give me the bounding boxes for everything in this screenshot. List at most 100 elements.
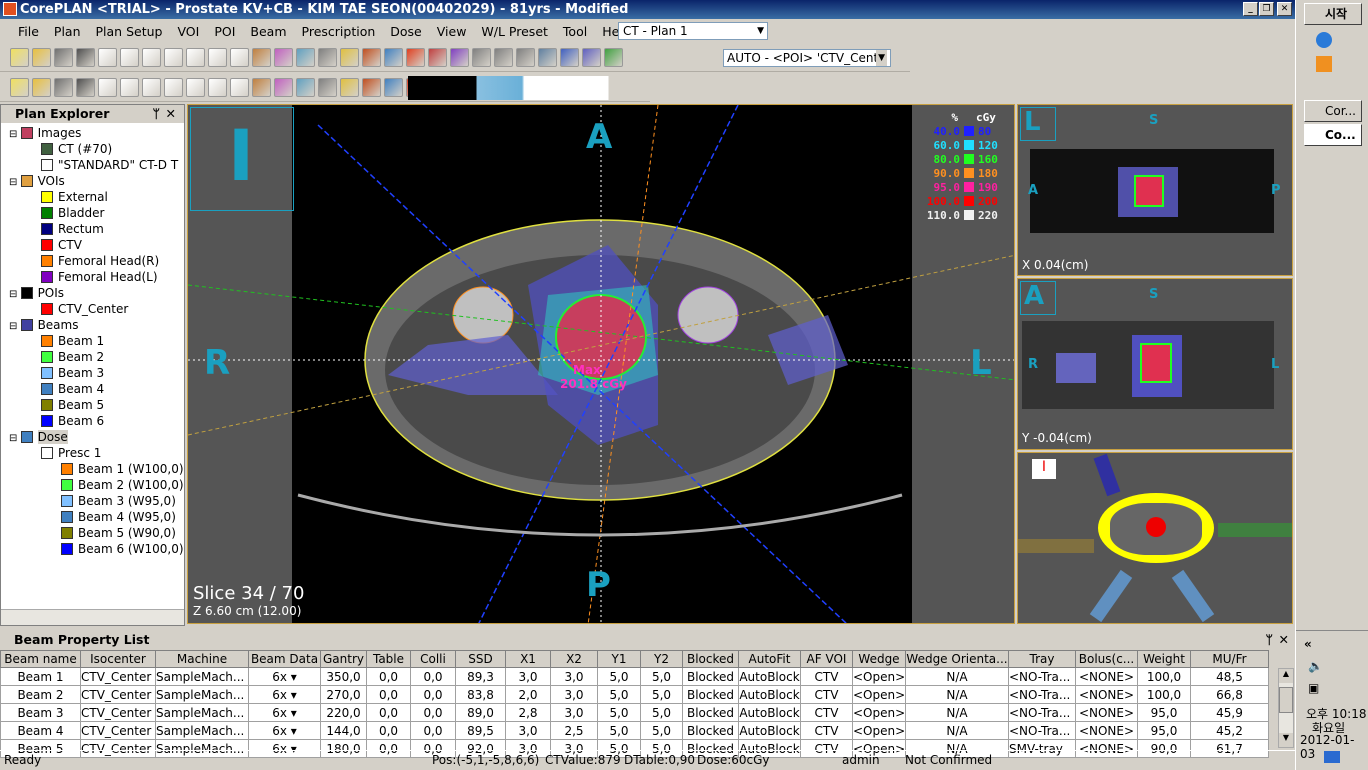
tree-item[interactable]: Bladder	[41, 205, 104, 221]
table-cell[interactable]: CTV_Center	[80, 703, 156, 722]
collapse-icon[interactable]: ⊟	[9, 433, 21, 444]
close-button[interactable]: ✕	[1277, 2, 1292, 16]
column-header[interactable]: Isocenter	[80, 650, 156, 668]
toolbar-button-icon[interactable]	[164, 47, 183, 67]
toolbar-button-icon[interactable]	[428, 47, 447, 67]
table-cell[interactable]: SampleMach...	[155, 685, 249, 704]
toolbar-button-icon[interactable]	[384, 77, 403, 97]
table-cell[interactable]: <NO-Tra...	[1008, 667, 1076, 686]
toolbar-button-icon[interactable]	[98, 77, 117, 97]
table-row[interactable]: Beam 2 CTV_Center SampleMach... 6x ▾ 270,0 0,…	[0, 685, 1269, 704]
menu-poi[interactable]: POI	[214, 24, 235, 39]
column-header[interactable]: AF VOI	[800, 650, 853, 668]
start-button[interactable]: 시작	[1304, 3, 1362, 25]
table-cell[interactable]: SampleMach...	[155, 703, 249, 722]
chevron-down-icon[interactable]: ▾	[287, 670, 297, 684]
column-header[interactable]: MU/Fr	[1190, 650, 1269, 668]
toolbar-button-icon[interactable]	[274, 77, 293, 97]
chevron-down-icon[interactable]: ▾	[287, 706, 297, 720]
tree-item[interactable]: Rectum	[41, 221, 104, 237]
menu-beam[interactable]: Beam	[250, 24, 286, 39]
toolbar-button-icon[interactable]	[164, 77, 183, 97]
column-header[interactable]: Y1	[597, 650, 641, 668]
pin-icon[interactable]: ᛘ	[152, 105, 160, 123]
toolbar-button-icon[interactable]	[296, 77, 315, 97]
toolbar-button-icon[interactable]	[362, 47, 381, 67]
column-header[interactable]: Beam name	[0, 650, 81, 668]
toolbar-button-icon[interactable]	[10, 47, 29, 67]
table-cell[interactable]: <NO-Tra...	[1008, 721, 1076, 740]
menu-tool[interactable]: Tool	[563, 24, 587, 39]
window-level-histogram[interactable]	[408, 76, 636, 100]
scroll-down-button[interactable]: ▼	[1279, 733, 1293, 747]
table-cell[interactable]: CTV	[800, 685, 853, 704]
column-header[interactable]: Colli	[410, 650, 456, 668]
vertical-scrollbar[interactable]: ▲ ▼	[1278, 668, 1294, 748]
column-header[interactable]: Blocked	[682, 650, 739, 668]
toolbar-button-icon[interactable]	[340, 77, 359, 97]
tree-item[interactable]: Beam 2 (W100,0)	[61, 477, 184, 493]
table-cell[interactable]: <Open>	[852, 703, 906, 722]
table-cell[interactable]: AutoBlock	[738, 721, 801, 740]
taskbar-app-1[interactable]: Cor...	[1304, 100, 1362, 122]
table-cell[interactable]: 6x ▾	[248, 667, 321, 686]
restore-button[interactable]: ❐	[1259, 2, 1274, 16]
column-header[interactable]: Beam Data	[248, 650, 321, 668]
toolbar-button-icon[interactable]	[252, 77, 271, 97]
sagittal-view[interactable]: L S A P X 0.04(cm)	[1017, 104, 1293, 276]
toolbar-button-icon[interactable]	[230, 47, 249, 67]
toolbar-button-icon[interactable]	[120, 47, 139, 67]
toolbar-button-icon[interactable]	[186, 77, 205, 97]
column-header[interactable]: X1	[505, 650, 551, 668]
table-cell[interactable]: CTV_Center	[80, 685, 156, 704]
toolbar-button-icon[interactable]	[252, 47, 271, 67]
column-header[interactable]: Bolus(c...	[1075, 650, 1138, 668]
tree-item[interactable]: Presc 1	[41, 445, 101, 461]
table-cell[interactable]: <Open>	[852, 721, 906, 740]
tree-item[interactable]: Beam 2	[41, 349, 104, 365]
toolbar-button-icon[interactable]	[32, 47, 51, 67]
column-header[interactable]: Tray	[1008, 650, 1076, 668]
toolbar-button-icon[interactable]	[296, 47, 315, 67]
horizontal-scrollbar[interactable]	[1, 609, 184, 625]
tree-item[interactable]: "STANDARD" CT-D T	[41, 157, 178, 173]
tree-item[interactable]: CT (#70)	[41, 141, 112, 157]
toolbar-button-icon[interactable]	[208, 77, 227, 97]
table-cell[interactable]: AutoBlock	[738, 703, 801, 722]
table-cell[interactable]: SampleMach...	[155, 667, 249, 686]
toolbar-button-icon[interactable]	[450, 47, 469, 67]
tree-item[interactable]: CTV_Center	[41, 301, 128, 317]
toolbar-button-icon[interactable]	[76, 77, 95, 97]
toolbar-button-icon[interactable]	[208, 47, 227, 67]
toolbar-button-icon[interactable]	[494, 47, 513, 67]
tree-item[interactable]: Beam 4 (W95,0)	[61, 509, 176, 525]
column-header[interactable]: Weight	[1137, 650, 1191, 668]
table-cell[interactable]: <Open>	[852, 667, 906, 686]
column-header[interactable]: Y2	[640, 650, 683, 668]
scroll-thumb[interactable]	[1279, 687, 1293, 713]
chevron-down-icon[interactable]: ▾	[287, 688, 297, 702]
scroll-up-button[interactable]: ▲	[1279, 669, 1293, 683]
table-cell[interactable]: <NO-Tra...	[1008, 703, 1076, 722]
menu-w-l-preset[interactable]: W/L Preset	[481, 24, 548, 39]
tree-item[interactable]: External	[41, 189, 108, 205]
close-icon[interactable]: ✕	[166, 105, 176, 123]
tray-expand-button[interactable]: «	[1304, 637, 1312, 651]
toolbar-button-icon[interactable]	[32, 77, 51, 97]
collapse-icon[interactable]: ⊟	[9, 289, 21, 300]
ie-icon[interactable]	[1316, 32, 1332, 48]
toolbar-button-icon[interactable]	[538, 47, 557, 67]
table-cell[interactable]: CTV	[800, 721, 853, 740]
toolbar-button-icon[interactable]	[98, 47, 117, 67]
table-cell[interactable]: CTV	[800, 703, 853, 722]
collapse-icon[interactable]: ⊟	[9, 129, 21, 140]
close-icon[interactable]: ✕	[1279, 630, 1289, 649]
tree-item[interactable]: Beam 1	[41, 333, 104, 349]
toolbar-button-icon[interactable]	[582, 47, 601, 67]
menu-dose[interactable]: Dose	[390, 24, 421, 39]
toolbar-button-icon[interactable]	[142, 47, 161, 67]
table-cell[interactable]: 6x ▾	[248, 703, 321, 722]
column-header[interactable]: Gantry	[320, 650, 367, 668]
3d-view[interactable]: I	[1017, 452, 1293, 624]
chevron-down-icon[interactable]: ▾	[287, 724, 297, 738]
